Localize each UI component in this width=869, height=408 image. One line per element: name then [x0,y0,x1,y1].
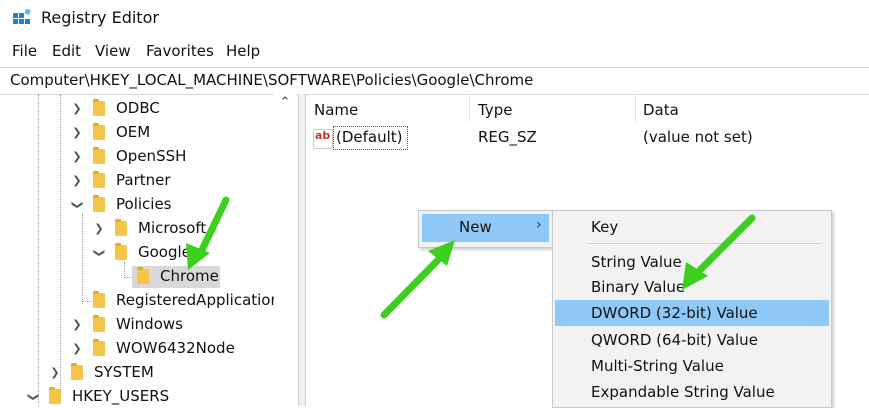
tree-item-label: Microsoft [138,219,207,237]
tree-item-registeredapplications[interactable]: RegisteredApplications [0,290,290,312]
folder-icon [93,339,105,356]
menu-item-qword-value[interactable]: QWORD (64-bit) Value [591,331,758,349]
tree-item-label: Partner [116,171,171,189]
menu-edit[interactable]: Edit [52,42,81,60]
menu-file[interactable]: File [12,42,37,60]
column-divider[interactable] [635,94,636,122]
chevron-down-icon[interactable]: ❯ [26,390,40,404]
tree-item-chrome[interactable]: Chrome [0,266,290,288]
menu-item-expandable-string-value[interactable]: Expandable String Value [591,383,775,401]
tree-item-hkey-users[interactable]: ❯ HKEY_USERS [0,386,290,406]
chevron-right-icon[interactable]: ❯ [70,318,84,332]
chevron-right-icon[interactable]: ❯ [70,342,84,356]
tree-item-microsoft[interactable]: ❯ Microsoft [0,218,290,240]
menu-favorites[interactable]: Favorites [146,42,214,60]
tree-item-label: HKEY_USERS [72,387,170,405]
folder-icon [93,291,105,308]
chevron-right-icon[interactable]: ❯ [92,222,106,236]
tree-item-label: Policies [116,195,172,213]
tree-item-label: SYSTEM [94,363,154,381]
context-menu: New › [418,210,553,248]
folder-icon [93,99,105,116]
tree-item-odbc[interactable]: ❯ ODBC [0,98,290,120]
scroll-up-icon[interactable]: ⌃ [278,96,292,110]
chevron-right-icon[interactable]: ❯ [48,366,62,380]
value-data: (value not set) [643,128,753,146]
folder-icon [93,147,105,164]
menu-view[interactable]: View [95,42,131,60]
menu-item-new[interactable]: New [459,218,492,236]
tree-item-label: Google [138,243,191,261]
string-value-icon: ab [313,129,333,149]
registry-editor-icon [13,9,31,24]
menu-item-multi-string-value[interactable]: Multi-String Value [591,357,724,375]
folder-icon [115,219,127,236]
chevron-right-icon[interactable]: ❯ [70,174,84,188]
tree-item-label: ODBC [116,99,160,117]
column-header-data[interactable]: Data [643,101,679,119]
folder-icon [137,267,149,284]
menu-item-binary-value[interactable]: Binary Value [591,278,685,296]
tree-item-openssh[interactable]: ❯ OpenSSH [0,146,290,168]
tree-item-label: WOW6432Node [116,339,235,357]
tree-pane[interactable]: ❯ ODBC ❯ OEM ❯ OpenSSH ❯ Partner ❯ Polic… [0,94,300,406]
new-submenu: Key String Value Binary Value DWORD (32-… [552,210,832,408]
menu-item-string-value[interactable]: String Value [591,253,682,271]
tree-item-label: RegisteredApplications [116,291,288,309]
tree-item-policies[interactable]: ❯ Policies [0,194,290,216]
menu-bar: File Edit View Favorites Help [0,38,869,64]
value-type: REG_SZ [478,128,537,146]
tree-item-system[interactable]: ❯ SYSTEM [0,362,290,384]
menu-help[interactable]: Help [226,42,260,60]
chevron-right-icon[interactable]: ❯ [70,102,84,116]
chevron-right-icon[interactable]: ❯ [70,150,84,164]
tree-item-wow6432node[interactable]: ❯ WOW6432Node [0,338,290,360]
title-bar: Registry Editor [0,0,869,36]
chevron-right-icon[interactable]: ❯ [70,126,84,140]
tree-item-label: Chrome [160,267,219,285]
column-divider[interactable] [469,94,470,122]
chevron-down-icon[interactable]: ❯ [92,246,106,260]
menu-item-key[interactable]: Key [591,218,618,236]
tree-scrollbar[interactable]: ⌃ [274,94,296,406]
folder-icon [71,363,83,380]
tree-item-label: Windows [116,315,183,333]
tree-item-google[interactable]: ❯ Google [0,242,290,264]
folder-icon [49,387,61,404]
address-path[interactable]: Computer\HKEY_LOCAL_MACHINE\SOFTWARE\Pol… [10,71,533,89]
folder-icon [93,315,105,332]
tree-item-windows[interactable]: ❯ Windows [0,314,290,336]
menu-separator [589,243,821,244]
address-bar[interactable]: Computer\HKEY_LOCAL_MACHINE\SOFTWARE\Pol… [0,67,869,95]
folder-icon [93,123,105,140]
tree-item-label: OpenSSH [116,147,187,165]
folder-icon [93,171,105,188]
chevron-right-icon: › [536,217,542,233]
column-header-type[interactable]: Type [478,101,512,119]
tree-item-label: OEM [116,123,151,141]
value-name[interactable]: (Default) [336,128,403,146]
folder-icon [115,243,127,260]
tree-item-oem[interactable]: ❯ OEM [0,122,290,144]
chevron-down-icon[interactable]: ❯ [70,198,84,212]
window-title: Registry Editor [41,8,159,27]
column-header-name[interactable]: Name [314,101,358,119]
tree-item-partner[interactable]: ❯ Partner [0,170,290,192]
menu-item-dword-value[interactable]: DWORD (32-bit) Value [591,304,758,322]
folder-icon [93,195,105,212]
